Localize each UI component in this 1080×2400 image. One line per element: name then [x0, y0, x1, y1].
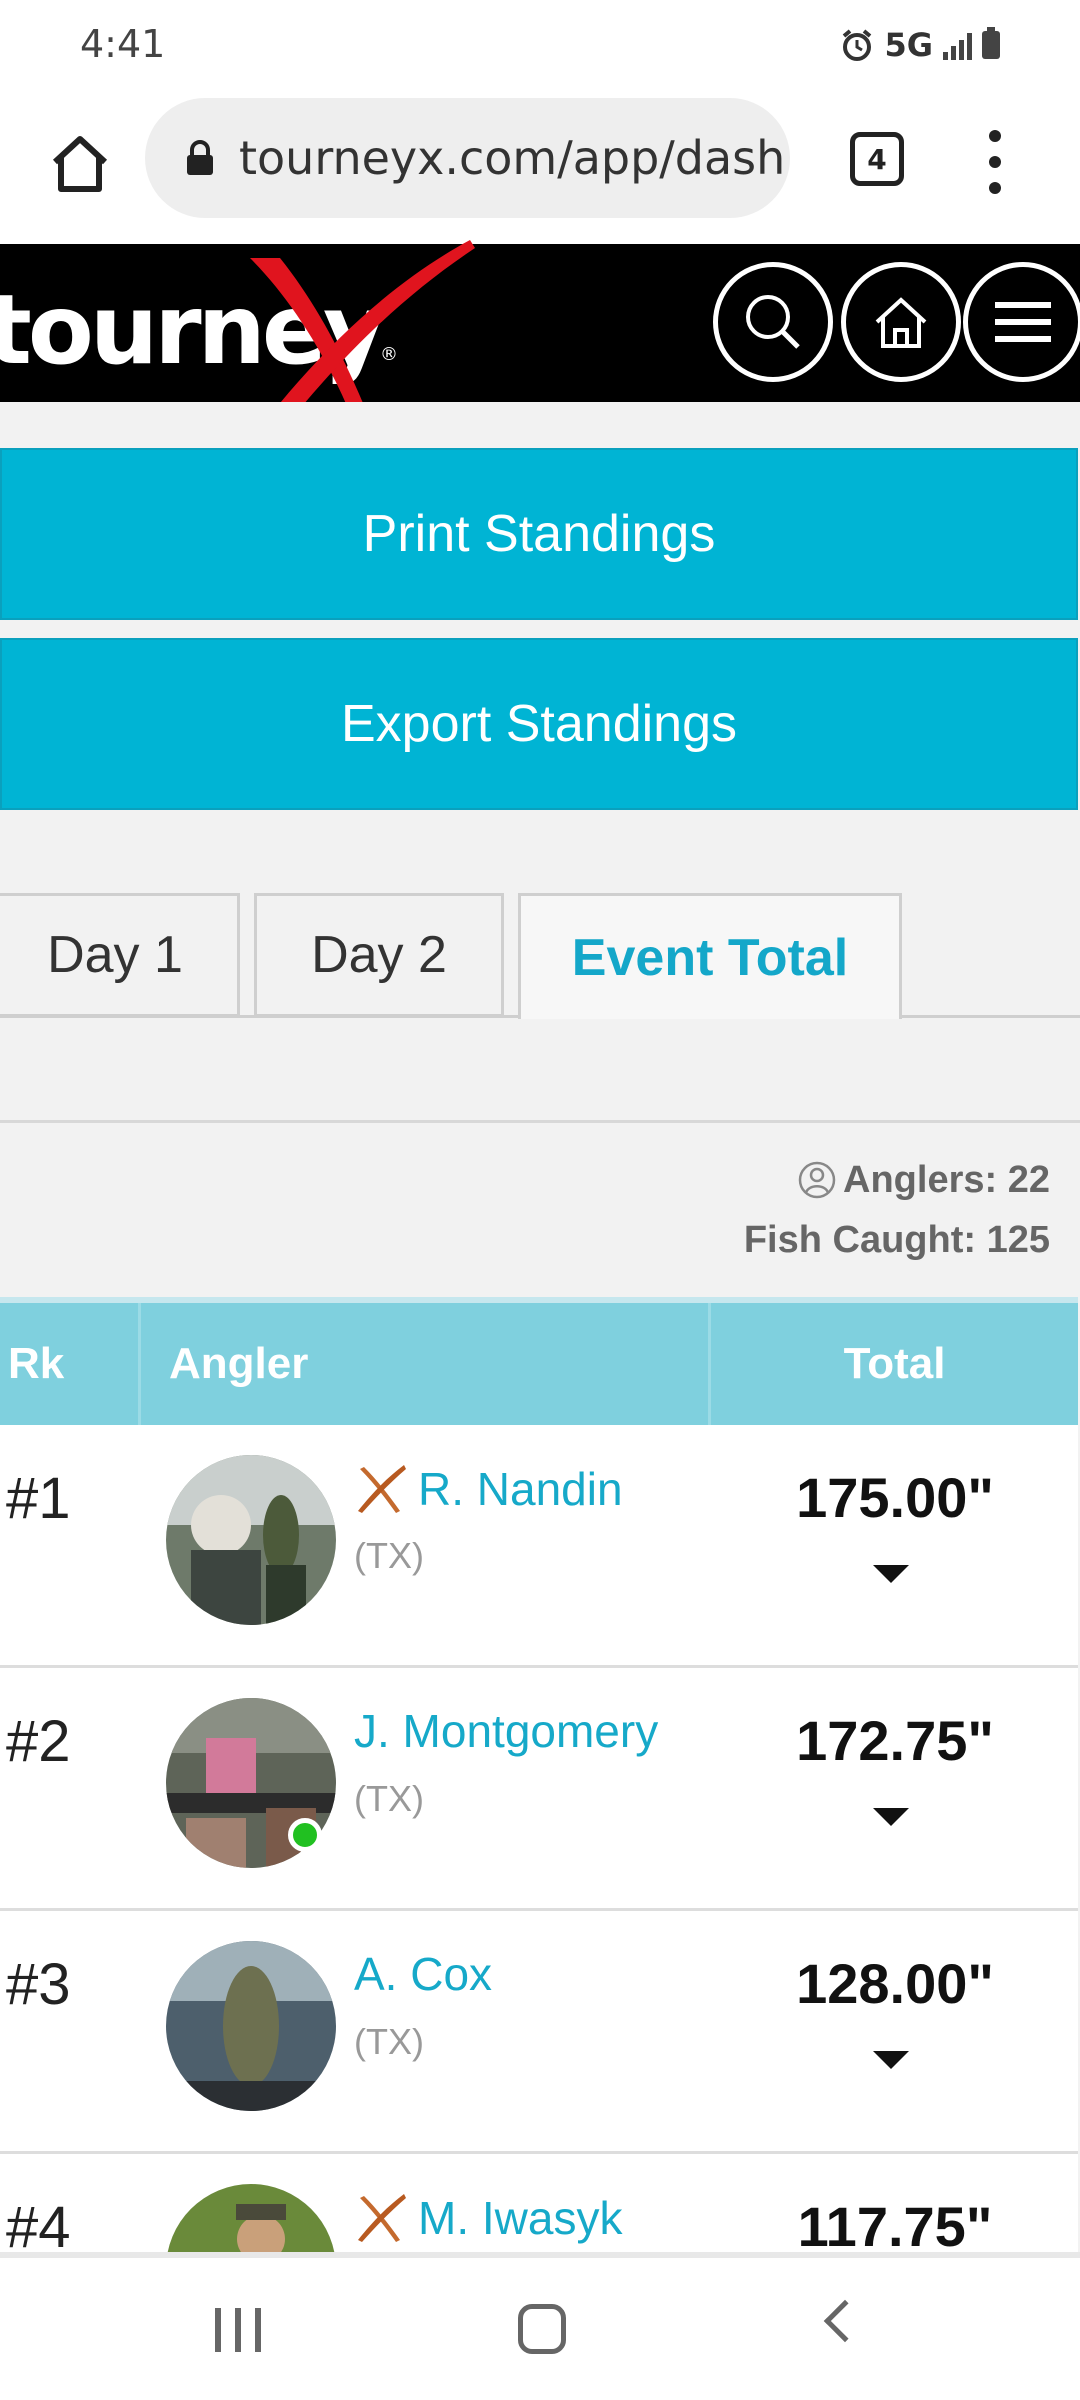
- avatar[interactable]: [166, 2184, 336, 2255]
- browser-toolbar: tourneyx.com/app/dash 4: [0, 92, 1080, 242]
- section-divider: [0, 1120, 1080, 1123]
- standings-table-header: Rk Angler Total: [0, 1297, 1078, 1425]
- search-icon: [746, 295, 800, 349]
- anglers-count: Anglers: 22: [843, 1159, 1050, 1201]
- tab-day-2[interactable]: Day 2: [254, 893, 504, 1017]
- column-angler[interactable]: Angler: [138, 1303, 708, 1425]
- table-row[interactable]: #1 R. Nandin (TX) 175.00": [0, 1425, 1078, 1668]
- tab-day-1[interactable]: Day 1: [0, 893, 240, 1017]
- tab-event-total[interactable]: Event Total: [518, 893, 902, 1019]
- status-icons: 5G: [840, 26, 1000, 64]
- expand-caret-icon[interactable]: [873, 2051, 909, 2069]
- tab-switcher-button[interactable]: 4: [850, 132, 904, 186]
- expand-caret-icon[interactable]: [873, 1808, 909, 1826]
- angler-state: (TX): [354, 1778, 424, 1819]
- avatar[interactable]: [166, 1941, 336, 2111]
- rank-value: #3: [6, 1952, 71, 2017]
- event-stats: Anglers: 22 Fish Caught: 125: [744, 1150, 1050, 1270]
- total-value: 172.75": [796, 1709, 994, 1772]
- home-icon: [875, 297, 927, 348]
- browser-home-button[interactable]: [40, 124, 120, 204]
- tab-count: 4: [867, 142, 887, 176]
- alarm-icon: [843, 29, 872, 61]
- site-menu-button[interactable]: [963, 262, 1080, 382]
- tab-divider: [900, 1015, 1080, 1018]
- signal-icon: [943, 30, 972, 60]
- total-value: 117.75": [797, 2195, 993, 2255]
- total-value: 175.00": [796, 1466, 994, 1529]
- battery-icon: [982, 27, 1000, 59]
- network-type: 5G: [884, 26, 933, 64]
- system-home-button[interactable]: [518, 2304, 566, 2354]
- browser-menu-button[interactable]: [975, 130, 1015, 194]
- lock-icon: [187, 140, 213, 175]
- export-standings-button[interactable]: Export Standings: [0, 638, 1078, 810]
- angler-name-link[interactable]: A. Cox: [354, 1947, 492, 2001]
- online-status-indicator: [288, 1818, 322, 1852]
- address-bar[interactable]: tourneyx.com/app/dash: [145, 98, 790, 218]
- standings-table: #1 R. Nandin (TX) 175.00" #2 J. Montgome…: [0, 1425, 1078, 2255]
- column-rank[interactable]: Rk: [8, 1303, 64, 1425]
- table-row[interactable]: #4 M. Iwasyk 117.75": [0, 2154, 1078, 2255]
- home-icon: [52, 136, 108, 192]
- expand-caret-icon[interactable]: [873, 1565, 909, 1583]
- avatar[interactable]: [166, 1455, 336, 1625]
- search-button[interactable]: [713, 262, 833, 382]
- rank-value: #4: [6, 2195, 71, 2255]
- total-value: 128.00": [796, 1952, 994, 2015]
- recents-button[interactable]: [215, 2308, 261, 2352]
- back-button[interactable]: [823, 2299, 867, 2343]
- system-navigation-bar: [0, 2258, 1080, 2400]
- registered-mark: ®: [380, 344, 398, 365]
- user-icon: [798, 1161, 836, 1199]
- angler-name-wrap: R. Nandin: [352, 1461, 623, 1517]
- angler-state: (TX): [354, 2021, 424, 2062]
- angler-name-link[interactable]: R. Nandin: [418, 1462, 623, 1516]
- angler-name-wrap: J. Montgomery: [354, 1704, 658, 1758]
- site-home-button[interactable]: [841, 262, 961, 382]
- hamburger-icon: [995, 302, 1051, 342]
- angler-name-link[interactable]: J. Montgomery: [354, 1704, 658, 1758]
- pro-x-icon: [358, 2194, 406, 2242]
- status-time: 4:41: [80, 22, 166, 66]
- print-standings-button[interactable]: Print Standings: [0, 448, 1078, 620]
- angler-state: (TX): [354, 1535, 424, 1576]
- table-row[interactable]: #2 J. Montgomery (TX) 172.75": [0, 1668, 1078, 1911]
- table-row[interactable]: #3 A. Cox (TX) 128.00": [0, 1911, 1078, 2154]
- fish-caught-count: Fish Caught: 125: [743, 1219, 1050, 1261]
- rank-value: #2: [6, 1709, 71, 1774]
- column-total[interactable]: Total: [708, 1303, 1078, 1425]
- angler-name-wrap: A. Cox: [354, 1947, 492, 2001]
- site-header: tourney ®: [0, 240, 1080, 438]
- angler-name-link[interactable]: M. Iwasyk: [418, 2191, 622, 2245]
- rank-value: #1: [6, 1466, 71, 1531]
- pro-x-icon: [358, 1465, 406, 1513]
- angler-name-wrap: M. Iwasyk: [352, 2190, 622, 2246]
- url-text: tourneyx.com/app/dash: [239, 131, 786, 185]
- status-bar: 4:41 5G: [0, 0, 1080, 92]
